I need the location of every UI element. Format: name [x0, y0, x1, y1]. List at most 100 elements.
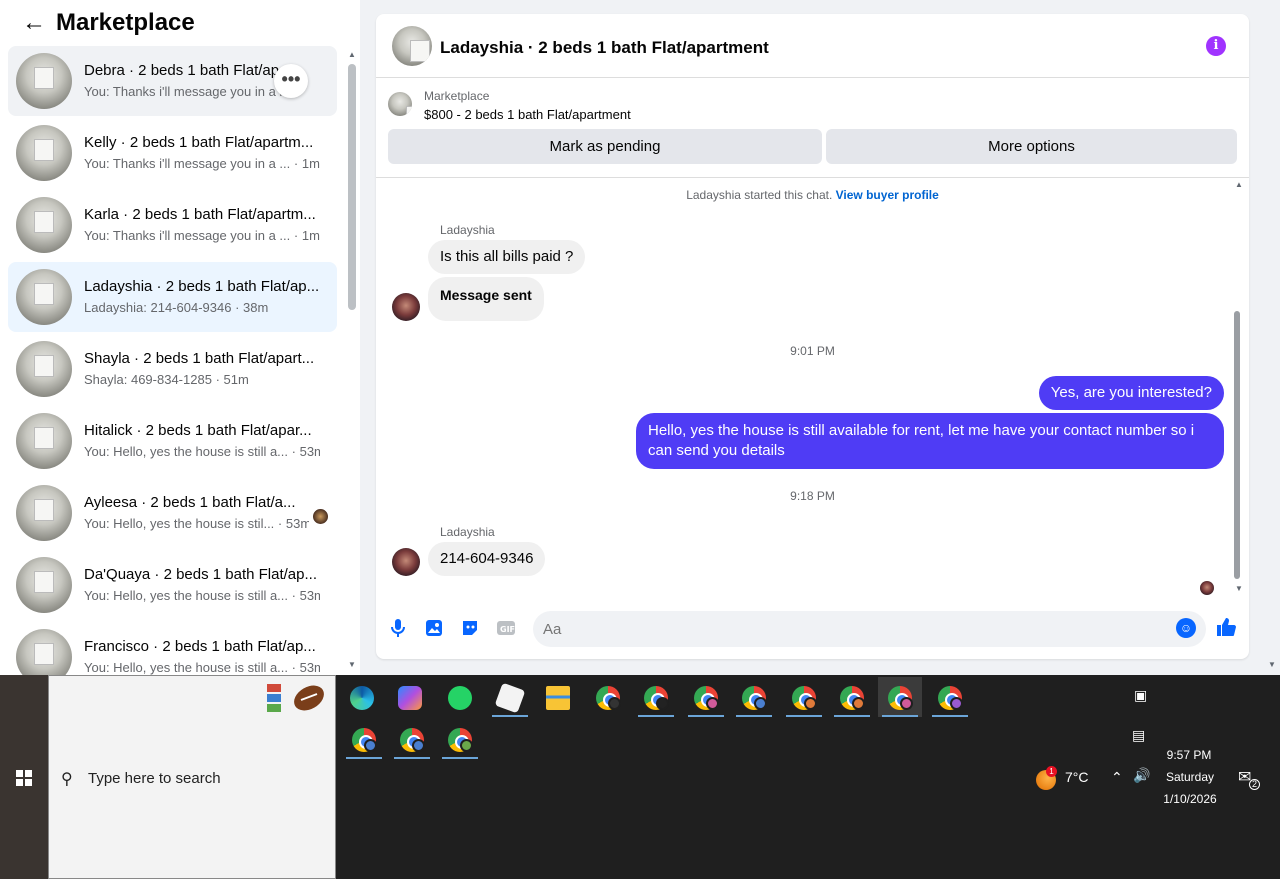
chat-started-note: Ladayshia started this chat. View buyer … [686, 188, 939, 202]
conversation-item-kelly[interactable]: Kelly · 2 beds 1 bath Flat/apartm... You… [8, 118, 337, 188]
back-arrow-icon[interactable]: ← [22, 9, 56, 37]
conversation-item-ladayshia[interactable]: Ladayshia · 2 beds 1 bath Flat/ap... Lad… [8, 262, 337, 332]
conversation-item-debra[interactable]: Debra · 2 beds 1 bath Flat/ap You: Thank… [8, 46, 337, 116]
search-highlight-icon[interactable] [267, 680, 333, 714]
edge-taskbar-icon[interactable] [340, 677, 384, 717]
conversation-preview: You: Hello, yes the house is still a... … [84, 660, 320, 675]
chevron-up-icon[interactable]: ⌃ [1111, 769, 1123, 786]
seen-receipt-avatar [1200, 581, 1214, 595]
chat-title[interactable]: Ladayshia · 2 beds 1 bath Flat/apartment [440, 38, 769, 58]
clock-day[interactable]: Saturday [1160, 770, 1220, 784]
sender-avatar[interactable] [392, 548, 420, 576]
message-bubble-incoming[interactable]: 214-604-9346 [428, 542, 546, 576]
chat-panel: Ladayshia · 2 beds 1 bath Flat/apartment… [376, 14, 1249, 659]
sender-avatar[interactable] [392, 293, 420, 321]
conversation-item-hitalick[interactable]: Hitalick · 2 beds 1 bath Flat/apar... Yo… [8, 406, 337, 476]
listing-thumbnail [16, 125, 72, 181]
chat-scroll-down-icon[interactable]: ▼ [1235, 584, 1243, 593]
whatsapp-taskbar-icon[interactable] [438, 677, 482, 717]
chrome-profile-taskbar-icon[interactable] [390, 719, 434, 759]
message-bubble-outgoing[interactable]: Hello, yes the house is still available … [636, 413, 1224, 469]
listing-thumbnail [16, 413, 72, 469]
conversation-list-scrollbar[interactable] [348, 64, 356, 310]
conversation-title: Kelly · 2 beds 1 bath Flat/apartm... [84, 134, 314, 151]
listing-summary: Marketplace $800 - 2 beds 1 bath Flat/ap… [376, 78, 1249, 178]
listing-thumbnail [16, 269, 72, 325]
chrome-taskbar-icon[interactable] [586, 677, 630, 717]
message-bubble-outgoing[interactable]: Yes, are you interested? [1038, 376, 1224, 410]
chrome-profile-taskbar-icon[interactable] [438, 719, 482, 759]
conversation-title: Francisco · 2 beds 1 bath Flat/ap... [84, 638, 316, 655]
volume-icon[interactable]: 🔊 [1133, 767, 1150, 784]
chrome-profile-taskbar-icon[interactable] [782, 677, 826, 717]
conversation-preview: Ladayshia: 214-604-9346 · 38m [84, 300, 269, 315]
listing-avatar[interactable] [392, 26, 432, 66]
chrome-profile-taskbar-icon-active[interactable] [878, 677, 922, 717]
conversation-title: Karla · 2 beds 1 bath Flat/apartm... [84, 206, 316, 223]
search-icon: ⚲ [61, 771, 73, 788]
clock-date[interactable]: 1/10/2026 [1158, 792, 1222, 806]
thumbs-up-icon[interactable] [1215, 616, 1237, 638]
chrome-profile-taskbar-icon[interactable] [634, 677, 678, 717]
conversation-preview: You: Hello, yes the house is still a... … [84, 444, 320, 459]
sender-name: Ladayshia [440, 223, 495, 237]
message-bubble-incoming[interactable]: Message sent [428, 277, 544, 321]
network-icon[interactable]: ▤ [1132, 727, 1145, 744]
conversation-item-karla[interactable]: Karla · 2 beds 1 bath Flat/apartm... You… [8, 190, 337, 260]
gif-icon[interactable]: GIF [495, 618, 517, 640]
info-icon[interactable]: i [1206, 36, 1226, 56]
photo-icon[interactable] [423, 618, 445, 640]
chrome-profile-taskbar-icon[interactable] [830, 677, 874, 717]
chrome-profile-taskbar-icon[interactable] [732, 677, 776, 717]
snipping-tool-taskbar-icon[interactable] [488, 677, 532, 717]
message-input[interactable] [533, 611, 1206, 647]
taskbar-search-box[interactable]: ⚲ Type here to search [48, 675, 336, 879]
sender-name: Ladayshia [440, 525, 495, 539]
conversation-preview: Shayla: 469-834-1285 · 51m [84, 372, 249, 387]
conversation-preview: You: Hello, yes the house is stil... · 5… [84, 516, 309, 531]
conversation-item-daquaya[interactable]: Da'Quaya · 2 beds 1 bath Flat/ap... You:… [8, 550, 337, 620]
listing-thumbnail [16, 197, 72, 253]
conversation-preview: You: Thanks i'll message you in a ... · … [84, 228, 320, 243]
start-button[interactable] [0, 675, 48, 879]
chrome-profile-taskbar-icon[interactable] [342, 719, 386, 759]
file-explorer-taskbar-icon[interactable] [536, 677, 580, 717]
conversation-title: Hitalick · 2 beds 1 bath Flat/apar... [84, 422, 312, 439]
conversation-title: Da'Quaya · 2 beds 1 bath Flat/ap... [84, 566, 317, 583]
message-bubble-incoming[interactable]: Is this all bills paid ? [428, 240, 586, 274]
listing-thumbnail [16, 557, 72, 613]
conversation-list-panel: ← Marketplace Debra · 2 beds 1 bath Flat… [0, 0, 360, 675]
chat-scroll-up-icon[interactable]: ▲ [1235, 180, 1243, 189]
windows-logo-icon [16, 770, 32, 786]
conversation-item-francisco[interactable]: Francisco · 2 beds 1 bath Flat/ap... You… [8, 622, 337, 675]
sticker-icon[interactable] [459, 618, 481, 640]
scroll-up-arrow-icon[interactable]: ▲ [348, 50, 356, 59]
chrome-profile-taskbar-icon[interactable] [928, 677, 972, 717]
page-title: Marketplace [56, 9, 195, 36]
message-thread: Ladayshia started this chat. View buyer … [376, 178, 1249, 598]
weather-temperature[interactable]: 7°C [1065, 769, 1089, 785]
listing-thumbnail-small[interactable] [388, 92, 412, 116]
timestamp-separator: 9:18 PM [790, 489, 835, 503]
copilot-taskbar-icon[interactable] [388, 677, 432, 717]
conversation-item-ayleesa[interactable]: Ayleesa · 2 beds 1 bath Flat/a... You: H… [8, 478, 337, 548]
emoji-icon[interactable]: ☺ [1176, 618, 1196, 638]
clock-time[interactable]: 9:57 PM [1165, 748, 1213, 762]
chat-scrollbar[interactable] [1234, 311, 1240, 579]
conversation-item-shayla[interactable]: Shayla · 2 beds 1 bath Flat/apart... Sha… [8, 334, 337, 404]
conversation-title: Ayleesa · 2 beds 1 bath Flat/a... [84, 494, 296, 511]
svg-text:GIF: GIF [500, 625, 515, 634]
system-tray: ▣ ▤ 1 7°C ⌃ 🔊 9:57 PM Saturday 1/10/2026… [1020, 675, 1280, 879]
view-buyer-profile-link[interactable]: View buyer profile [836, 188, 939, 202]
microphone-icon[interactable] [387, 618, 409, 640]
listing-price[interactable]: $800 - 2 beds 1 bath Flat/apartment [424, 107, 631, 122]
meet-now-icon[interactable]: ▣ [1134, 687, 1147, 704]
more-options-button[interactable]: More options [826, 129, 1237, 164]
more-options-icon[interactable]: ••• [274, 64, 308, 98]
conversation-preview: You: Hello, yes the house is still a... … [84, 588, 320, 603]
scroll-down-arrow-icon[interactable]: ▼ [348, 660, 356, 669]
page-scroll-down-icon[interactable]: ▼ [1268, 660, 1276, 669]
mark-as-pending-button[interactable]: Mark as pending [388, 129, 822, 164]
conversation-title: Shayla · 2 beds 1 bath Flat/apart... [84, 350, 315, 367]
chrome-profile-taskbar-icon[interactable] [684, 677, 728, 717]
